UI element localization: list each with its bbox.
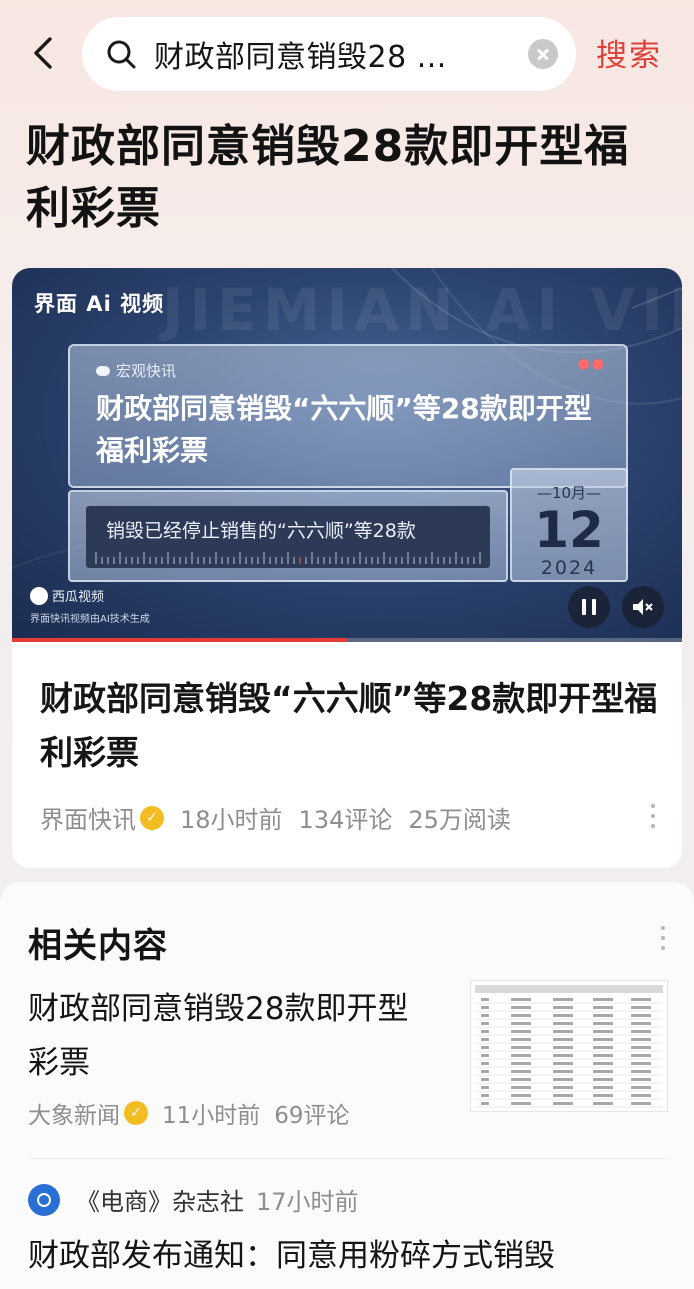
- article-time: 18小时前: [180, 806, 283, 834]
- video-progress-bar[interactable]: [12, 638, 682, 642]
- article-reads: 25万阅读: [408, 806, 511, 834]
- back-arrow-icon: [34, 37, 52, 69]
- search-button[interactable]: 搜索: [596, 30, 662, 75]
- related-item-source[interactable]: 《电商》杂志社: [76, 1182, 244, 1217]
- related-section: 相关内容 财政部同意销毁28款即开型彩票 大象新闻 ✓ 11小时前 69评论 《…: [0, 882, 694, 1289]
- date-day: 12: [534, 501, 604, 559]
- article-card[interactable]: JIEMIAN AI VIDEO 界面 Ai 视频 宏观快讯 ●● 财政部同意销…: [12, 268, 682, 868]
- related-item-title[interactable]: 财政部同意销毁28款即开型彩票: [28, 982, 438, 1090]
- xigua-logo-icon: [30, 586, 48, 605]
- video-brand-logo: 界面 Ai 视频: [34, 292, 165, 316]
- ai-note: 界面快讯视频由AI技术生成: [30, 614, 150, 625]
- date-box: —10月— 12 2024: [510, 468, 628, 582]
- article-title[interactable]: 财政部同意销毁“六六顺”等28款即开型福利彩票: [40, 672, 660, 780]
- more-icon[interactable]: [660, 926, 666, 956]
- related-item-meta: 大象新闻 ✓ 11小时前 69评论: [28, 1096, 350, 1130]
- article-meta: 界面快讯 ✓ 18小时前 134评论 25万阅读: [40, 800, 511, 835]
- section-title: 相关内容: [28, 926, 168, 966]
- platform-name: 西瓜视频: [52, 590, 105, 605]
- platform-label: 西瓜视频: [30, 586, 104, 605]
- clear-icon[interactable]: [528, 39, 558, 69]
- back-button[interactable]: [22, 30, 64, 76]
- video-progress-fill: [12, 638, 347, 642]
- news-panel: 宏观快讯 ●● 财政部同意销毁“六六顺”等28款即开型福利彩票: [68, 344, 628, 488]
- article-comments[interactable]: 134评论: [299, 800, 393, 835]
- related-item-thumbnail[interactable]: [470, 980, 668, 1112]
- search-icon: [107, 40, 136, 69]
- divider: [28, 1158, 666, 1159]
- pause-icon: [582, 599, 596, 615]
- related-item-title[interactable]: 财政部发布通知：同意用粉碎方式销毁: [28, 1234, 668, 1278]
- panel-title: 财政部同意销毁“六六顺”等28款即开型福利彩票: [96, 392, 592, 467]
- verified-icon: ✓: [124, 1101, 148, 1125]
- article-source[interactable]: 界面快讯: [40, 800, 136, 835]
- related-item-time: 11小时前: [162, 1103, 261, 1129]
- search-query-text[interactable]: 财政部同意销毁28 ...: [154, 32, 528, 76]
- panel-tag: 宏观快讯: [96, 360, 176, 381]
- verified-icon: ✓: [140, 805, 164, 830]
- page-title: 财政部同意销毁28款即开型福利彩票: [26, 121, 630, 234]
- video-watermark: JIEMIAN AI VIDEO: [162, 276, 682, 344]
- related-item-comments[interactable]: 69评论: [274, 1096, 349, 1130]
- source-logo-icon: [28, 1183, 60, 1216]
- ruler-ticks: [95, 552, 481, 564]
- top-bar: 财政部同意销毁28 ... 搜索: [0, 0, 694, 110]
- video-player[interactable]: JIEMIAN AI VIDEO 界面 Ai 视频 宏观快讯 ●● 财政部同意销…: [12, 268, 682, 642]
- related-item-source[interactable]: 大象新闻: [28, 1096, 120, 1130]
- search-input[interactable]: 财政部同意销毁28 ...: [82, 17, 576, 91]
- mute-button[interactable]: [622, 586, 664, 628]
- related-item-source-row: 《电商》杂志社 17小时前: [28, 1182, 359, 1217]
- info-text: 销毁已经停止销售的“六六顺”等28款: [106, 520, 416, 542]
- info-inner: 销毁已经停止销售的“六六顺”等28款: [86, 506, 490, 568]
- more-icon[interactable]: [650, 804, 656, 832]
- date-year: 2024: [540, 557, 598, 579]
- panel-tag-label: 宏观快讯: [116, 362, 177, 380]
- info-bar: 销毁已经停止销售的“六六顺”等28款: [68, 490, 508, 582]
- panel-dots-icon: ●●: [577, 356, 606, 372]
- pause-button[interactable]: [568, 586, 610, 628]
- toggle-icon: [96, 365, 110, 376]
- related-item-time: 17小时前: [256, 1188, 359, 1216]
- mute-icon: [633, 599, 653, 615]
- table-thumbnail-image: [475, 985, 663, 1108]
- date-month: —10月—: [536, 484, 602, 502]
